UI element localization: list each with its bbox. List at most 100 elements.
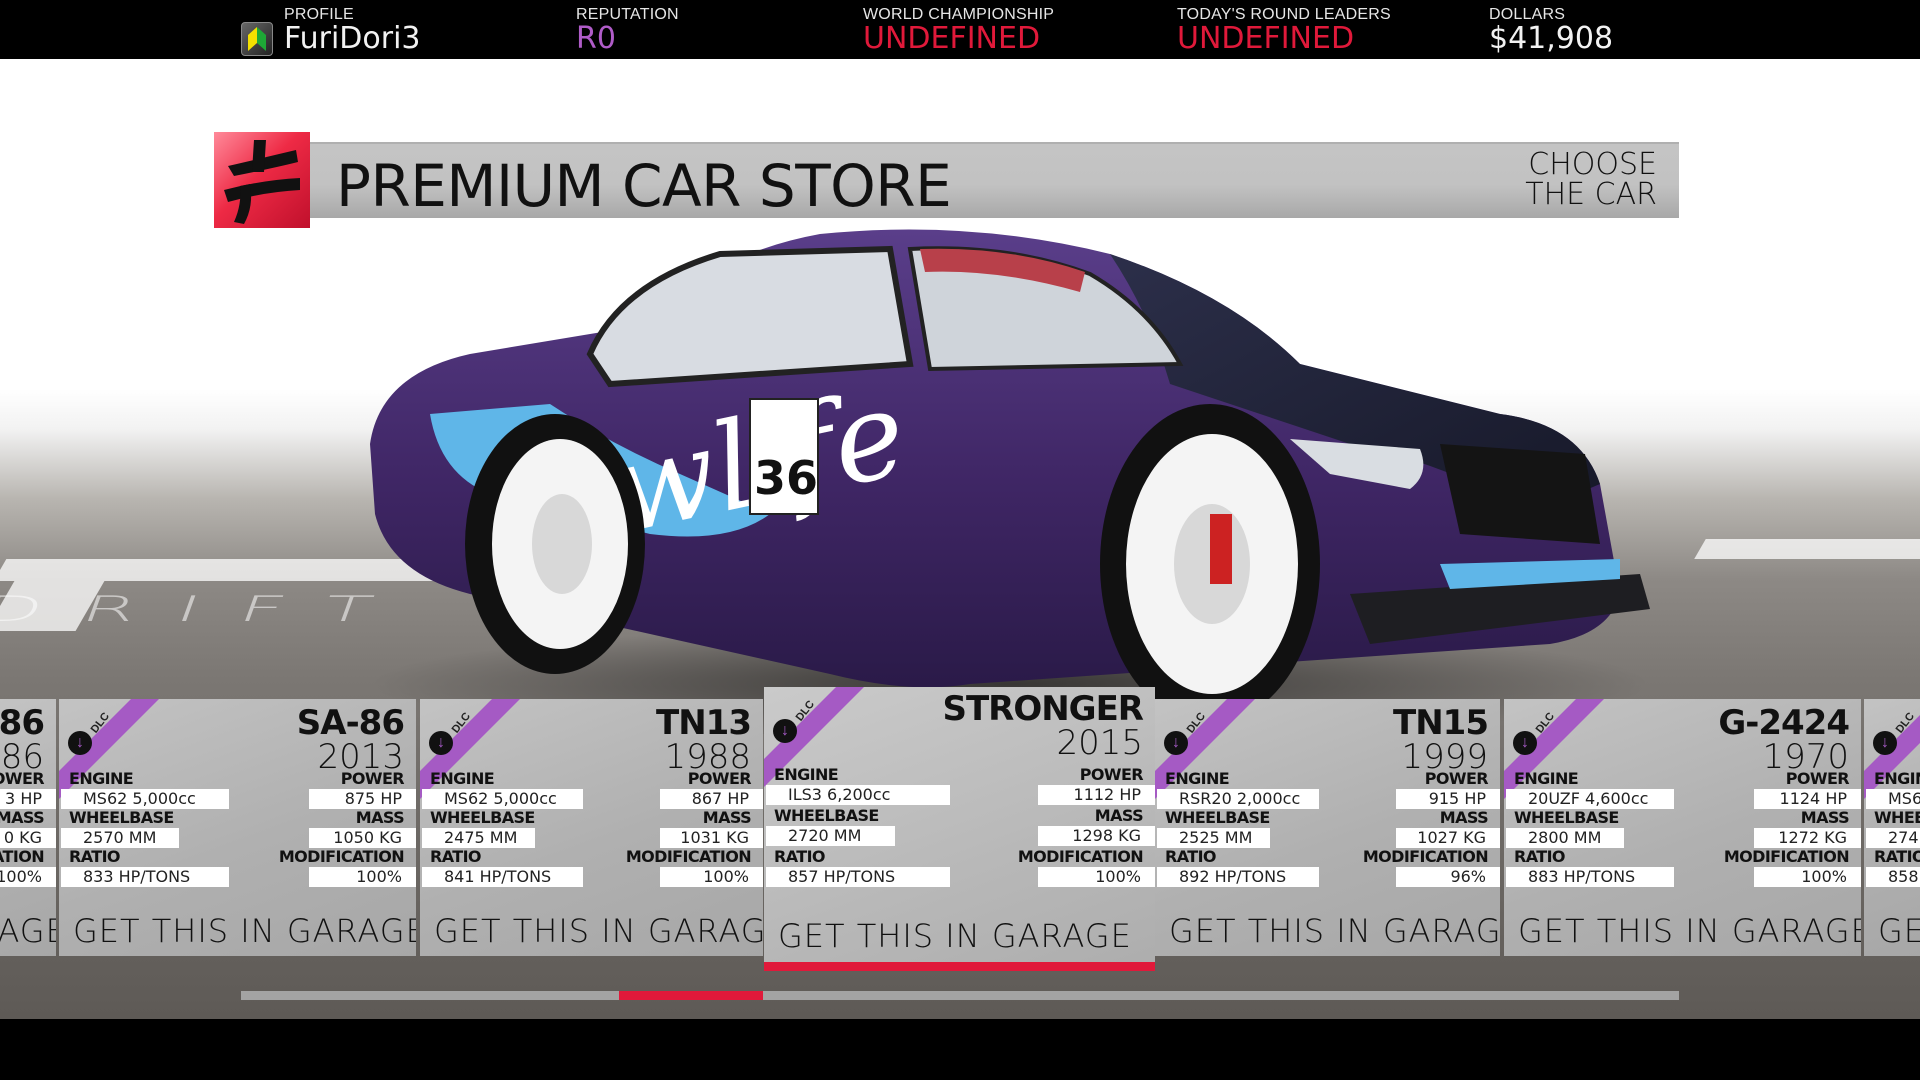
engine-label: ENGINE <box>1165 769 1230 788</box>
engine-label: ENGINE <box>430 769 495 788</box>
engine-label: ENGINE <box>1874 769 1920 788</box>
wheelbase-label: WHEELBASE <box>1874 808 1920 827</box>
download-icon: ↓ <box>1873 731 1897 755</box>
get-in-garage-button[interactable]: GET THIS IN GARAGE <box>0 912 56 950</box>
ratio-value: 858 <box>1866 867 1920 887</box>
modification-label: MODIFICATION <box>1362 847 1489 866</box>
carousel-scrollbar[interactable] <box>241 991 1679 1000</box>
wheelbase-value: 2525 MM <box>1157 828 1270 848</box>
round-leaders-value: UNDEFINED <box>1177 21 1355 56</box>
round-leaders-stat: TODAY'S ROUND LEADERS UNDEFINED <box>1177 6 1391 55</box>
mass-label: MASS <box>1439 808 1489 827</box>
mass-label: MASS <box>1094 806 1144 825</box>
power-value: 915 HP <box>1396 789 1500 809</box>
modification-label: MODIFICATION <box>1017 847 1144 866</box>
ratio-label: RATIO <box>430 847 482 866</box>
dollars-value: $41,908 <box>1489 21 1614 56</box>
car-card[interactable]: ↓ DLC TN15 1999 ENGINE RSR20 2,000cc POWER 915 … <box>1155 699 1500 956</box>
wheelbase-label: WHEELBASE <box>1514 808 1619 827</box>
front-wheel <box>1100 404 1320 724</box>
modification-value: 96% <box>1396 867 1500 887</box>
engine-value: RSR20 2,000cc <box>1157 789 1319 809</box>
mass-value: 1027 KG <box>1396 828 1500 848</box>
ratio-label: RATIO <box>1514 847 1566 866</box>
engine-value: ILS3 6,200cc <box>766 785 950 805</box>
modification-label: MODIFICATION <box>625 847 752 866</box>
page-subtitle: CHOOSE THE CAR <box>1525 150 1657 210</box>
ratio-label: RATIO <box>69 847 121 866</box>
grille <box>1440 444 1600 544</box>
engine-label: ENGINE <box>774 765 839 784</box>
reputation-value: R0 <box>576 21 616 56</box>
get-in-garage-button[interactable]: GET THIS IN GARAGE <box>778 917 1132 955</box>
power-label: POWER <box>1424 769 1489 788</box>
ratio-value: 833 HP/TONS <box>61 867 229 887</box>
wheelbase-value: 2720 MM <box>766 826 895 846</box>
car-window <box>586 245 914 388</box>
wheelbase-value: 2800 MM <box>1506 828 1624 848</box>
ratio-value: 841 HP/TONS <box>422 867 583 887</box>
modification-value: 100% <box>1038 867 1155 887</box>
dollars-stat: DOLLARS $41,908 <box>1489 6 1613 55</box>
power-value: 3 HP <box>0 789 56 809</box>
mass-value: 1298 KG <box>1038 826 1155 846</box>
mass-value: 1050 KG <box>309 828 416 848</box>
power-value: 1112 HP <box>1038 785 1155 805</box>
modification-label: MODIFICATION <box>1723 847 1850 866</box>
profile-stat[interactable]: PROFILE FuriDori3 <box>284 6 421 55</box>
modification-value: 100% <box>309 867 416 887</box>
car-year: 2015 <box>1056 723 1143 763</box>
carousel-scrollbar-thumb[interactable] <box>619 991 763 1000</box>
ratio-value: 883 HP/TONS <box>1506 867 1674 887</box>
car-preview[interactable]: lowlife 36 <box>350 214 1670 734</box>
power-label: POWER <box>0 769 45 788</box>
bottom-bar <box>0 1019 1920 1080</box>
car-card[interactable]: ↓DLCENGINEMS6POWERWHEELBASE274MASSRATIO8… <box>1864 699 1920 956</box>
modification-value: 100% <box>0 867 56 887</box>
car-card[interactable]: ↓ DLC TN13 1988 ENGINE MS62 5,000cc POWER 867 H… <box>420 699 763 956</box>
mass-value: 0 KG <box>0 828 56 848</box>
mass-value: 1031 KG <box>660 828 763 848</box>
engine-value: MS62 5,000cc <box>422 789 583 809</box>
car-card[interactable]: ↓ DLC G-2424 1970 ENGINE 20UZF 4,600cc POWER 11… <box>1504 699 1861 956</box>
wheelbase-value: 274 <box>1866 828 1920 848</box>
engine-value: MS6 <box>1866 789 1920 809</box>
wheelbase-label: WHEELBASE <box>1165 808 1270 827</box>
modification-label: MODIFICATION <box>0 847 45 866</box>
profile-name: FuriDori3 <box>284 21 421 56</box>
power-value: 875 HP <box>309 789 416 809</box>
get-in-garage-button[interactable]: GET THIS IN GARAGE <box>1169 912 1500 950</box>
world-championship-stat: WORLD CHAMPIONSHIP UNDEFINED <box>863 6 1054 55</box>
power-value: 1124 HP <box>1754 789 1861 809</box>
car-card[interactable]: ↓ DLC SA-86 2013 ENGINE MS62 5,000cc POWER 875 … <box>59 699 416 956</box>
modification-label: MODIFICATION <box>278 847 405 866</box>
beginner-leaf-icon <box>241 22 273 56</box>
selected-card-indicator <box>764 962 1155 971</box>
ratio-label: RATIO <box>1165 847 1217 866</box>
top-status-bar: PROFILE FuriDori3 REPUTATION R0 WORLD CH… <box>0 0 1920 59</box>
power-label: POWER <box>687 769 752 788</box>
race-number: 36 <box>754 451 818 505</box>
power-label: POWER <box>1785 769 1850 788</box>
mass-label: MASS <box>1800 808 1850 827</box>
car-card-selected[interactable]: ↓ DLC STRONGER 2015 ENGINE ILS3 6,200cc POWER 1… <box>764 687 1155 971</box>
get-in-garage-button[interactable]: GET THIS IN GARAGE <box>1518 912 1861 950</box>
download-icon: ↓ <box>68 731 92 755</box>
download-icon: ↓ <box>1164 731 1188 755</box>
drift-kanji-logo-icon <box>214 132 310 228</box>
store-header-bar: PREMIUM CAR STORE CHOOSE THE CAR <box>310 142 1679 220</box>
mass-label: MASS <box>355 808 405 827</box>
ground-marking <box>1694 539 1920 559</box>
wheelbase-label: WHEELBASE <box>774 806 879 825</box>
download-icon: ↓ <box>773 719 797 743</box>
get-in-garage-button[interactable]: GET THIS IN GARAGE <box>1878 912 1920 950</box>
mass-label: MASS <box>0 808 45 827</box>
wheelbase-label: WHEELBASE <box>430 808 535 827</box>
car-card[interactable]: ↓DLCSA-861986ENGINEPOWER3 HPWHEELBASEMAS… <box>0 699 56 956</box>
engine-label: ENGINE <box>1514 769 1579 788</box>
get-in-garage-button[interactable]: GET THIS IN GARAGE <box>73 912 416 950</box>
world-championship-value: UNDEFINED <box>863 21 1041 56</box>
subtitle-line-1: CHOOSE <box>1528 147 1657 182</box>
get-in-garage-button[interactable]: GET THIS IN GARAGE <box>434 912 763 950</box>
wheelbase-value: 2570 MM <box>61 828 179 848</box>
